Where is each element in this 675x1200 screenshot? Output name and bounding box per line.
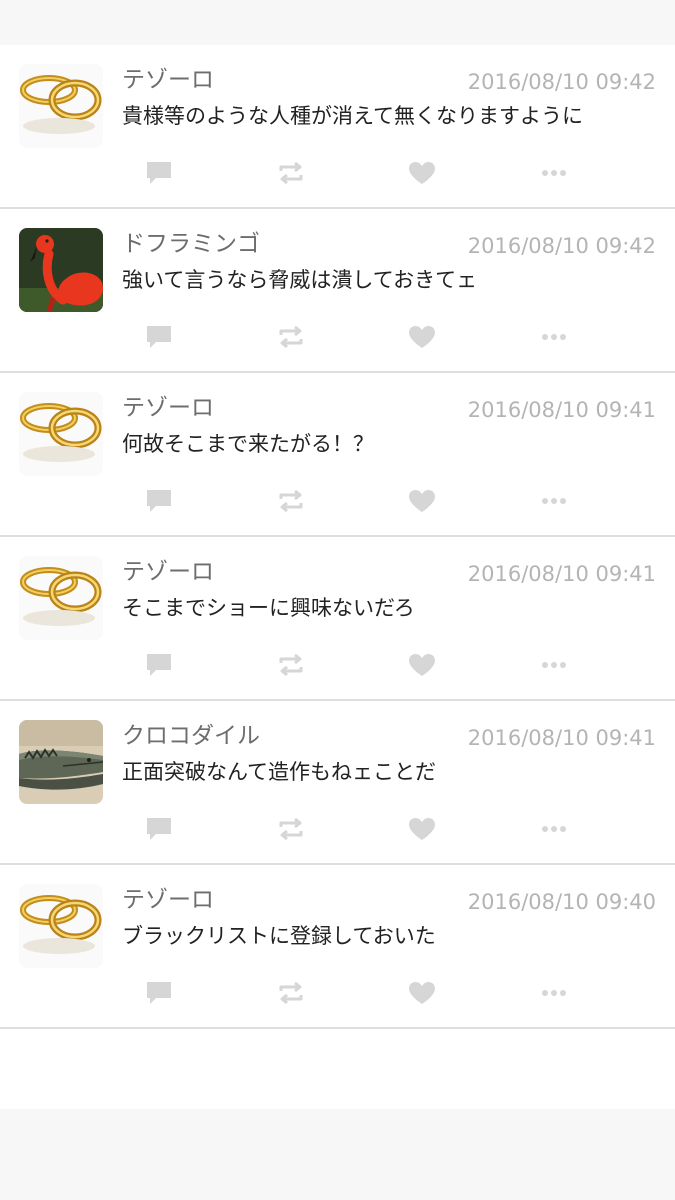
more-dots-icon — [542, 334, 566, 340]
post-username[interactable]: テゾーロ — [122, 885, 214, 915]
like-button[interactable] — [402, 973, 442, 1013]
post-actions — [0, 645, 675, 685]
like-button[interactable] — [402, 481, 442, 521]
rings-avatar[interactable] — [19, 392, 103, 476]
reply-button[interactable] — [139, 481, 179, 521]
post-text: 何故そこまで来たがる！？ — [122, 432, 374, 456]
post-timestamp: 2016/08/10 09:40 — [467, 890, 656, 914]
like-button[interactable] — [402, 317, 442, 357]
rings-avatar[interactable] — [19, 556, 103, 640]
post-timestamp: 2016/08/10 09:41 — [467, 726, 656, 750]
post-actions — [0, 973, 675, 1013]
more-button[interactable] — [534, 481, 574, 521]
more-dots-icon — [542, 826, 566, 832]
post-timestamp: 2016/08/10 09:41 — [467, 562, 656, 586]
heart-icon — [409, 326, 435, 348]
reply-button[interactable] — [139, 645, 179, 685]
post-text: そこまでショーに興味ないだろ — [122, 596, 415, 620]
reply-button[interactable] — [139, 317, 179, 357]
more-dots-icon — [542, 498, 566, 504]
reply-button[interactable] — [139, 153, 179, 193]
comment-icon — [147, 162, 171, 184]
comment-icon — [147, 490, 171, 512]
post-item[interactable]: テゾーロ 2016/08/10 09:40 ブラックリストに登録しておいた — [0, 865, 675, 1029]
heart-icon — [409, 818, 435, 840]
post-item[interactable]: テゾーロ 2016/08/10 09:41 何故そこまで来たがる！？ — [0, 373, 675, 537]
timeline: テゾーロ 2016/08/10 09:42 貴様等のような人種が消えて無くなりま… — [0, 45, 675, 1109]
more-dots-icon — [542, 990, 566, 996]
comment-icon — [147, 818, 171, 840]
comment-icon — [147, 982, 171, 1004]
heart-icon — [409, 982, 435, 1004]
heart-icon — [409, 162, 435, 184]
comment-icon — [147, 654, 171, 676]
post-text: 貴様等のような人種が消えて無くなりますように — [122, 104, 583, 128]
more-button[interactable] — [534, 645, 574, 685]
post-timestamp: 2016/08/10 09:42 — [467, 234, 656, 258]
repost-button[interactable] — [271, 645, 311, 685]
post-actions — [0, 481, 675, 521]
more-dots-icon — [542, 662, 566, 668]
rings-avatar[interactable] — [19, 64, 103, 148]
post-actions — [0, 153, 675, 193]
repost-button[interactable] — [271, 153, 311, 193]
heart-icon — [409, 490, 435, 512]
post-username[interactable]: テゾーロ — [122, 393, 214, 423]
repost-icon — [279, 653, 303, 677]
flamingo-avatar[interactable] — [19, 228, 103, 312]
post-username[interactable]: クロコダイル — [122, 721, 260, 751]
post-username[interactable]: テゾーロ — [122, 557, 214, 587]
rings-avatar[interactable] — [19, 884, 103, 968]
post-text: 正面突破なんて造作もねェことだ — [122, 760, 436, 784]
like-button[interactable] — [402, 153, 442, 193]
like-button[interactable] — [402, 809, 442, 849]
reply-button[interactable] — [139, 809, 179, 849]
like-button[interactable] — [402, 645, 442, 685]
more-button[interactable] — [534, 809, 574, 849]
repost-icon — [279, 489, 303, 513]
more-button[interactable] — [534, 153, 574, 193]
more-button[interactable] — [534, 317, 574, 357]
repost-button[interactable] — [271, 973, 311, 1013]
post-actions — [0, 809, 675, 849]
repost-icon — [279, 981, 303, 1005]
post-item[interactable]: ドフラミンゴ 2016/08/10 09:42 強いて言うなら脅威は潰しておきて… — [0, 209, 675, 373]
repost-button[interactable] — [271, 317, 311, 357]
post-timestamp: 2016/08/10 09:41 — [467, 398, 656, 422]
post-timestamp: 2016/08/10 09:42 — [467, 70, 656, 94]
post-text: ブラックリストに登録しておいた — [122, 924, 436, 948]
repost-icon — [279, 325, 303, 349]
post-username[interactable]: テゾーロ — [122, 65, 214, 95]
repost-button[interactable] — [271, 809, 311, 849]
post-item[interactable]: テゾーロ 2016/08/10 09:41 そこまでショーに興味ないだろ — [0, 537, 675, 701]
reply-button[interactable] — [139, 973, 179, 1013]
post-text: 強いて言うなら脅威は潰しておきてェ — [122, 268, 478, 292]
more-button[interactable] — [534, 973, 574, 1013]
post-item[interactable]: テゾーロ 2016/08/10 09:42 貴様等のような人種が消えて無くなりま… — [0, 45, 675, 209]
repost-button[interactable] — [271, 481, 311, 521]
post-item[interactable]: クロコダイル 2016/08/10 09:41 正面突破なんて造作もねェことだ — [0, 701, 675, 865]
comment-icon — [147, 326, 171, 348]
post-actions — [0, 317, 675, 357]
heart-icon — [409, 654, 435, 676]
crocodile-avatar[interactable] — [19, 720, 103, 804]
repost-icon — [279, 161, 303, 185]
repost-icon — [279, 817, 303, 841]
more-dots-icon — [542, 170, 566, 176]
post-username[interactable]: ドフラミンゴ — [122, 229, 260, 259]
